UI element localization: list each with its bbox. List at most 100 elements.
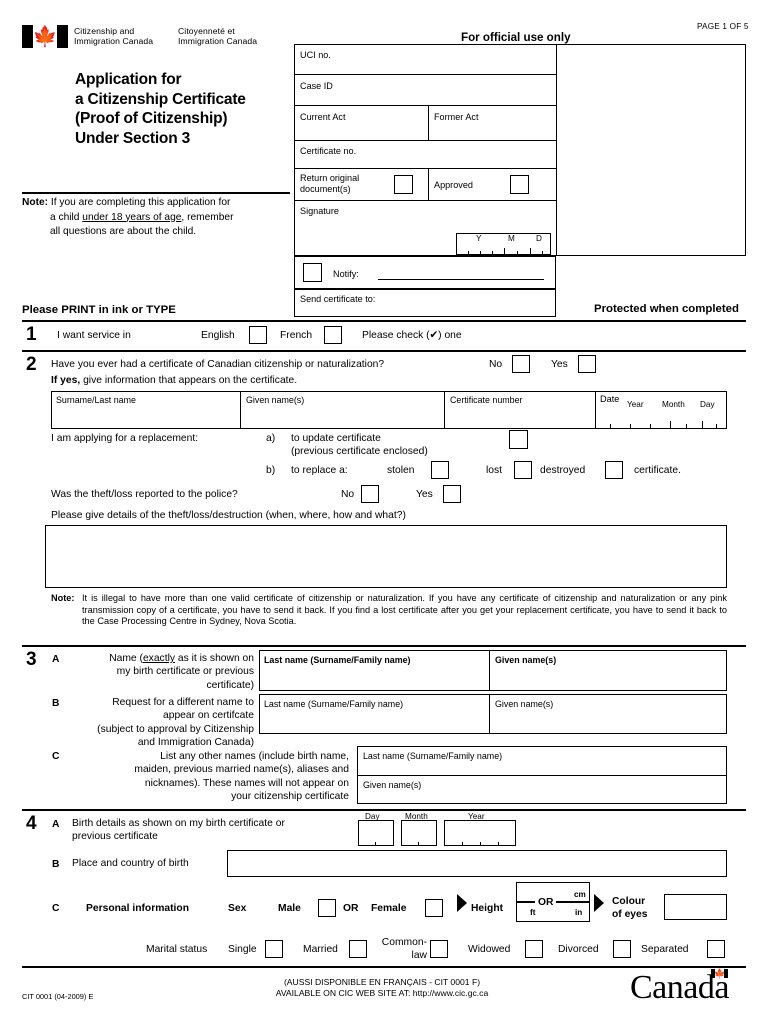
- section2-question: Have you ever had a certificate of Canad…: [51, 359, 385, 370]
- ou-return-divider: [428, 168, 429, 200]
- s3c-given-label[interactable]: Given name(s): [363, 780, 421, 791]
- french-availability-line: (AUSSI DISPONIBLE EN FRANÇAIS - CIT 0001…: [283, 977, 481, 987]
- return-original-checkbox[interactable]: [394, 175, 413, 194]
- section3a-divider: [489, 650, 490, 691]
- height-ft-unit: ft: [530, 908, 536, 917]
- ou-row-div-2: [294, 105, 556, 106]
- s3c-line3: nicknames). These names will not appear …: [144, 777, 349, 789]
- section2-yes-label: Yes: [551, 359, 568, 370]
- print-instruction: Please PRINT in ink or TYPE: [22, 304, 176, 316]
- birth-month-label: Month: [405, 812, 428, 821]
- details-textarea[interactable]: [45, 525, 727, 588]
- option-a-checkbox[interactable]: [509, 430, 528, 449]
- notify-line[interactable]: [378, 279, 544, 281]
- section3-top-rule: [22, 645, 746, 647]
- police-no-label: No: [341, 489, 355, 500]
- separated-checkbox[interactable]: [707, 940, 725, 958]
- s3a-lastname-label[interactable]: Last name (Surname/Family name): [264, 655, 411, 666]
- birth-month-ticks: [401, 839, 437, 846]
- ou-row-div-3: [294, 140, 556, 141]
- header-note: Note: If you are completing this applica…: [22, 196, 294, 240]
- cert-table-div-2: [444, 391, 445, 429]
- page-number: PAGE 1 OF 5: [697, 22, 749, 31]
- s3b-given-label[interactable]: Given name(s): [495, 699, 553, 710]
- s3a-line1a: Name (: [109, 653, 143, 664]
- s3a-underline: exactly: [142, 653, 176, 664]
- french-checkbox[interactable]: [324, 326, 342, 344]
- option-a-line1: to update certificate: [291, 433, 381, 444]
- ou-row-div-4: [294, 168, 556, 169]
- date-year-label: Year: [627, 400, 644, 409]
- section3c-divider: [357, 775, 727, 776]
- form-code: CIT 0001 (04-2009) E: [22, 992, 94, 1001]
- ifyes-rest: give information that appears on the cer…: [80, 375, 298, 386]
- dept-fr-line2: Immigration Canada: [178, 36, 258, 47]
- sex-label: Sex: [228, 903, 247, 914]
- s3c-line2: maiden, previous married name(s), aliase…: [134, 764, 349, 776]
- section3-a-letter: A: [52, 654, 60, 665]
- single-checkbox[interactable]: [265, 940, 283, 958]
- birth-year-label: Year: [468, 812, 485, 821]
- option-a-line2: (previous certificate enclosed): [291, 446, 428, 457]
- header-note-line2a: a child: [50, 211, 83, 223]
- certificate-no-label: Certificate no.: [300, 146, 357, 156]
- colour-line2: of eyes: [612, 909, 648, 921]
- s3b-lastname-label[interactable]: Last name (Surname/Family name): [264, 699, 403, 710]
- single-label: Single: [228, 944, 257, 955]
- s4a-line2: previous certificate: [72, 831, 158, 843]
- common-law-checkbox[interactable]: [430, 940, 448, 958]
- stolen-checkbox[interactable]: [431, 461, 449, 479]
- divorced-checkbox[interactable]: [613, 940, 631, 958]
- current-act-label: Current Act: [300, 112, 346, 122]
- section4-a-text: Birth details as shown on my birth certi…: [72, 817, 362, 844]
- section4-c-letter: C: [52, 903, 60, 914]
- header-note-underline: under 18 years of age: [82, 211, 182, 223]
- ou-row-div-5: [294, 200, 556, 201]
- date-m-label: M: [508, 234, 515, 243]
- approved-label: Approved: [434, 180, 473, 190]
- female-checkbox[interactable]: [425, 899, 443, 917]
- return-original-line1: Return original: [300, 173, 360, 183]
- widowed-label: Widowed: [468, 944, 511, 955]
- footer-center-text: (AUSSI DISPONIBLE EN FRANÇAIS - CIT 0001…: [212, 977, 552, 1000]
- header-note-line1: If you are completing this application f…: [50, 197, 231, 208]
- section2-yes-checkbox[interactable]: [578, 355, 596, 373]
- birthplace-input[interactable]: [227, 850, 727, 877]
- s4a-line1: Birth details as shown on my birth certi…: [72, 818, 285, 829]
- s3a-line1b: as it is shown on: [175, 653, 254, 664]
- header-note-label: Note:: [22, 197, 49, 208]
- given-field-label: Given name(s): [246, 395, 305, 405]
- lost-label: lost: [486, 465, 503, 476]
- date-d-label: D: [536, 234, 542, 243]
- destroyed-label: destroyed: [540, 465, 586, 476]
- section1-prompt: I want service in: [57, 330, 131, 341]
- lost-checkbox[interactable]: [514, 461, 532, 479]
- web-site-line[interactable]: AVAILABLE ON CIC WEB SITE AT: http://www…: [212, 988, 552, 999]
- common-law-label: Common- law: [360, 936, 427, 963]
- section-1-number: 1: [26, 324, 37, 345]
- female-label: Female: [371, 903, 407, 914]
- canada-wordmark-flag-icon: 🍁: [710, 969, 728, 978]
- notify-checkbox[interactable]: [303, 263, 322, 282]
- s3a-given-label[interactable]: Given name(s): [495, 655, 556, 666]
- replacement-label: I am applying for a replacement:: [51, 433, 199, 444]
- marital-status-label: Marital status: [146, 944, 208, 955]
- section2-no-checkbox[interactable]: [512, 355, 530, 373]
- s3b-line2: appear on certifcate: [162, 710, 254, 722]
- common-law-line1: Common-: [381, 937, 427, 948]
- section3-a-text: Name (exactly as it is shown on my birth…: [66, 652, 254, 692]
- s3c-lastname-label[interactable]: Last name (Surname/Family name): [363, 751, 502, 762]
- destroyed-checkbox[interactable]: [605, 461, 623, 479]
- male-checkbox[interactable]: [318, 899, 336, 917]
- police-no-checkbox[interactable]: [361, 485, 379, 503]
- dept-en-line2: Immigration Canada: [74, 36, 154, 47]
- english-checkbox[interactable]: [249, 326, 267, 344]
- s3c-line4: your citizenship certificate: [231, 791, 349, 803]
- eye-colour-arrow-icon: [594, 894, 604, 912]
- approved-checkbox[interactable]: [510, 175, 529, 194]
- widowed-checkbox[interactable]: [525, 940, 543, 958]
- ou-act-divider: [428, 105, 429, 140]
- section3-b-text: Request for a different name to appear o…: [42, 696, 254, 750]
- police-yes-checkbox[interactable]: [443, 485, 461, 503]
- eye-colour-input[interactable]: [664, 894, 727, 920]
